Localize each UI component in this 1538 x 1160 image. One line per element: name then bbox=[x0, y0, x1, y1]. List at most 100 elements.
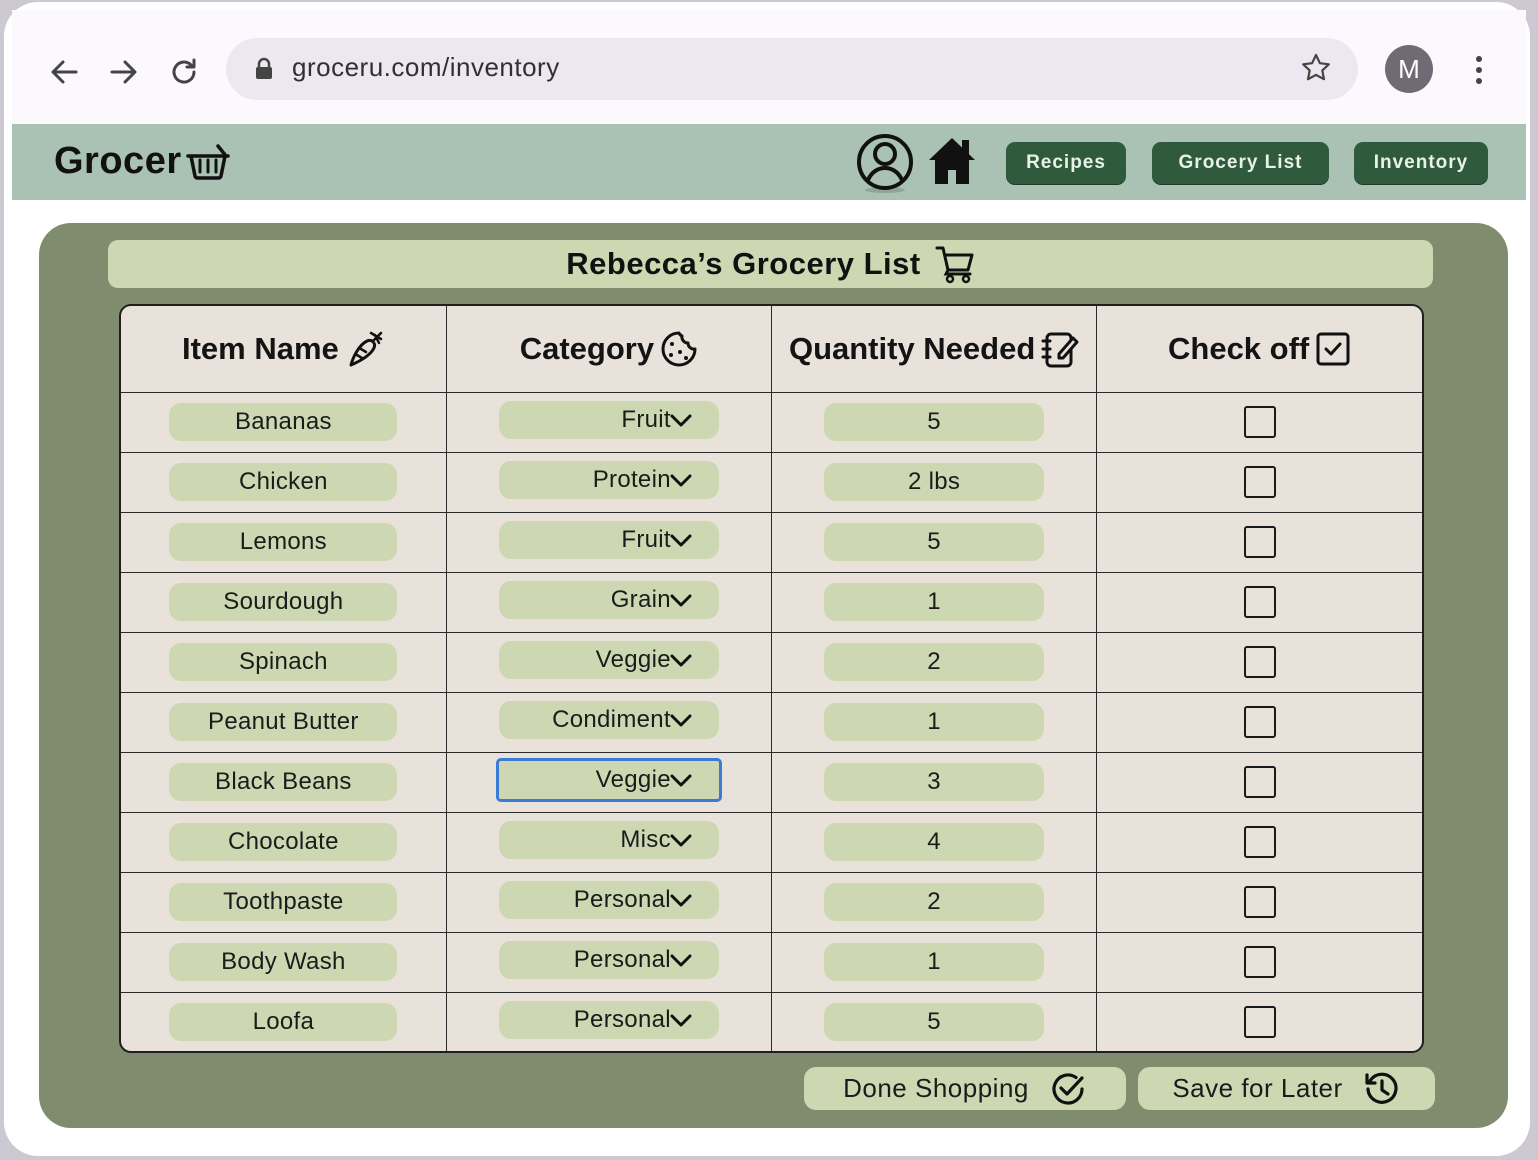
logo-text: Grocer bbox=[54, 140, 182, 182]
category-dropdown[interactable]: Personal bbox=[498, 1001, 719, 1040]
app-logo[interactable]: Grocer bbox=[54, 140, 232, 183]
quantity-field[interactable]: 5 bbox=[824, 1003, 1045, 1042]
address-bar[interactable]: groceru.com/inventory bbox=[226, 38, 1358, 100]
forward-arrow-icon[interactable] bbox=[102, 50, 146, 94]
quantity-field[interactable]: 1 bbox=[824, 943, 1045, 981]
category-cell: Veggie bbox=[445, 631, 773, 693]
reload-icon[interactable] bbox=[162, 50, 206, 94]
category-value: Fruit bbox=[621, 526, 671, 553]
category-dropdown[interactable]: Fruit bbox=[498, 521, 719, 559]
quantity-field[interactable]: 4 bbox=[824, 823, 1045, 861]
quantity-cell: 1 bbox=[770, 691, 1098, 753]
item-name-field[interactable]: Loofa bbox=[169, 1003, 398, 1042]
chevron-down-icon bbox=[670, 654, 692, 667]
category-dropdown[interactable]: Protein bbox=[498, 461, 719, 499]
quantity-field[interactable]: 2 bbox=[824, 643, 1045, 681]
category-cell: Personal bbox=[445, 991, 773, 1051]
chevron-down-icon bbox=[670, 534, 692, 547]
category-dropdown[interactable]: Veggie bbox=[495, 758, 722, 802]
item-name-field[interactable]: Peanut Butter bbox=[169, 703, 398, 741]
table-row: Loofa Personal 5 bbox=[121, 991, 1422, 1051]
quantity-cell: 5 bbox=[770, 511, 1098, 573]
check-off-cell bbox=[1096, 391, 1422, 453]
table-row: Body Wash Personal 1 bbox=[121, 931, 1422, 993]
check-off-checkbox[interactable] bbox=[1243, 886, 1276, 918]
category-value: Condiment bbox=[552, 706, 671, 733]
item-name-field[interactable]: Spinach bbox=[169, 643, 398, 681]
check-off-checkbox[interactable] bbox=[1243, 946, 1276, 978]
category-dropdown[interactable]: Grain bbox=[498, 581, 719, 619]
category-value: Fruit bbox=[621, 406, 671, 433]
item-name-cell: Peanut Butter bbox=[121, 691, 447, 753]
category-dropdown[interactable]: Condiment bbox=[498, 701, 719, 739]
quantity-cell: 2 bbox=[770, 871, 1098, 933]
back-arrow-icon[interactable] bbox=[42, 50, 86, 94]
item-name-cell: Toothpaste bbox=[121, 871, 447, 933]
nav-recipes[interactable]: Recipes bbox=[1006, 142, 1126, 184]
category-value: Grain bbox=[610, 586, 671, 613]
check-off-cell bbox=[1096, 571, 1422, 633]
quantity-field[interactable]: 5 bbox=[824, 523, 1045, 561]
home-icon[interactable] bbox=[926, 132, 978, 192]
url-text: groceru.com/inventory bbox=[292, 52, 560, 82]
save-for-later-button[interactable]: Save for Later bbox=[1138, 1067, 1435, 1110]
item-name-field[interactable]: Sourdough bbox=[169, 583, 398, 621]
column-header-item-name: Item Name bbox=[121, 306, 447, 393]
nav-inventory[interactable]: Inventory bbox=[1354, 142, 1488, 184]
quantity-field[interactable]: 2 bbox=[824, 883, 1045, 921]
list-title-bar: Rebecca’s Grocery List bbox=[108, 240, 1433, 288]
item-name-field[interactable]: Toothpaste bbox=[169, 883, 398, 921]
item-name-field[interactable]: Body Wash bbox=[169, 943, 398, 981]
item-name-cell: Black Beans bbox=[121, 751, 447, 813]
category-value: Veggie bbox=[595, 766, 671, 793]
quantity-cell: 4 bbox=[770, 811, 1098, 873]
check-off-cell bbox=[1096, 751, 1422, 813]
quantity-field[interactable]: 1 bbox=[824, 583, 1045, 621]
app-header: Grocer Recipes Grocery List Inventory bbox=[12, 124, 1526, 200]
item-name-field[interactable]: Chicken bbox=[169, 463, 398, 501]
basket-icon bbox=[185, 143, 230, 180]
item-name-field[interactable]: Chocolate bbox=[169, 823, 398, 861]
check-off-checkbox[interactable] bbox=[1243, 586, 1276, 618]
item-name-cell: Sourdough bbox=[121, 571, 447, 633]
table-row: Lemons Fruit 5 bbox=[121, 511, 1422, 573]
check-off-checkbox[interactable] bbox=[1243, 1006, 1276, 1039]
quantity-field[interactable]: 1 bbox=[824, 703, 1045, 741]
quantity-cell: 3 bbox=[770, 751, 1098, 813]
table-row: Sourdough Grain 1 bbox=[121, 571, 1422, 633]
check-off-checkbox[interactable] bbox=[1243, 406, 1276, 438]
check-off-checkbox[interactable] bbox=[1243, 646, 1276, 678]
category-dropdown[interactable]: Misc bbox=[498, 821, 719, 859]
check-off-checkbox[interactable] bbox=[1243, 826, 1276, 858]
profile-avatar[interactable]: M bbox=[1385, 45, 1433, 93]
category-dropdown[interactable]: Veggie bbox=[498, 641, 719, 679]
check-off-checkbox[interactable] bbox=[1243, 466, 1276, 498]
check-off-checkbox[interactable] bbox=[1243, 706, 1276, 738]
item-name-field[interactable]: Black Beans bbox=[169, 763, 398, 801]
quantity-field[interactable]: 5 bbox=[824, 403, 1045, 441]
check-off-checkbox[interactable] bbox=[1243, 766, 1276, 798]
kebab-menu-icon[interactable] bbox=[1464, 50, 1494, 90]
quantity-field[interactable]: 2 lbs bbox=[824, 463, 1045, 501]
table-row: Chocolate Misc 4 bbox=[121, 811, 1422, 873]
chevron-down-icon bbox=[670, 594, 692, 607]
item-name-field[interactable]: Lemons bbox=[169, 523, 398, 561]
category-dropdown[interactable]: Fruit bbox=[498, 401, 719, 439]
check-off-checkbox[interactable] bbox=[1243, 526, 1276, 558]
category-dropdown[interactable]: Personal bbox=[498, 881, 719, 919]
user-profile-icon[interactable] bbox=[856, 132, 914, 198]
quantity-field[interactable]: 3 bbox=[824, 763, 1045, 801]
list-title: Rebecca’s Grocery List bbox=[566, 246, 921, 281]
quantity-cell: 1 bbox=[770, 571, 1098, 633]
chevron-down-icon bbox=[670, 954, 692, 967]
carrot-icon bbox=[349, 331, 383, 367]
nav-grocery-list[interactable]: Grocery List bbox=[1152, 142, 1329, 184]
table-row: Toothpaste Personal 2 bbox=[121, 871, 1422, 933]
category-cell: Personal bbox=[445, 871, 773, 933]
done-shopping-button[interactable]: Done Shopping bbox=[804, 1067, 1126, 1110]
item-name-field[interactable]: Bananas bbox=[169, 403, 398, 441]
star-icon[interactable] bbox=[1300, 52, 1332, 88]
category-dropdown[interactable]: Personal bbox=[498, 941, 719, 979]
check-circle-icon bbox=[1052, 1072, 1084, 1105]
notepad-edit-icon bbox=[1041, 332, 1079, 368]
